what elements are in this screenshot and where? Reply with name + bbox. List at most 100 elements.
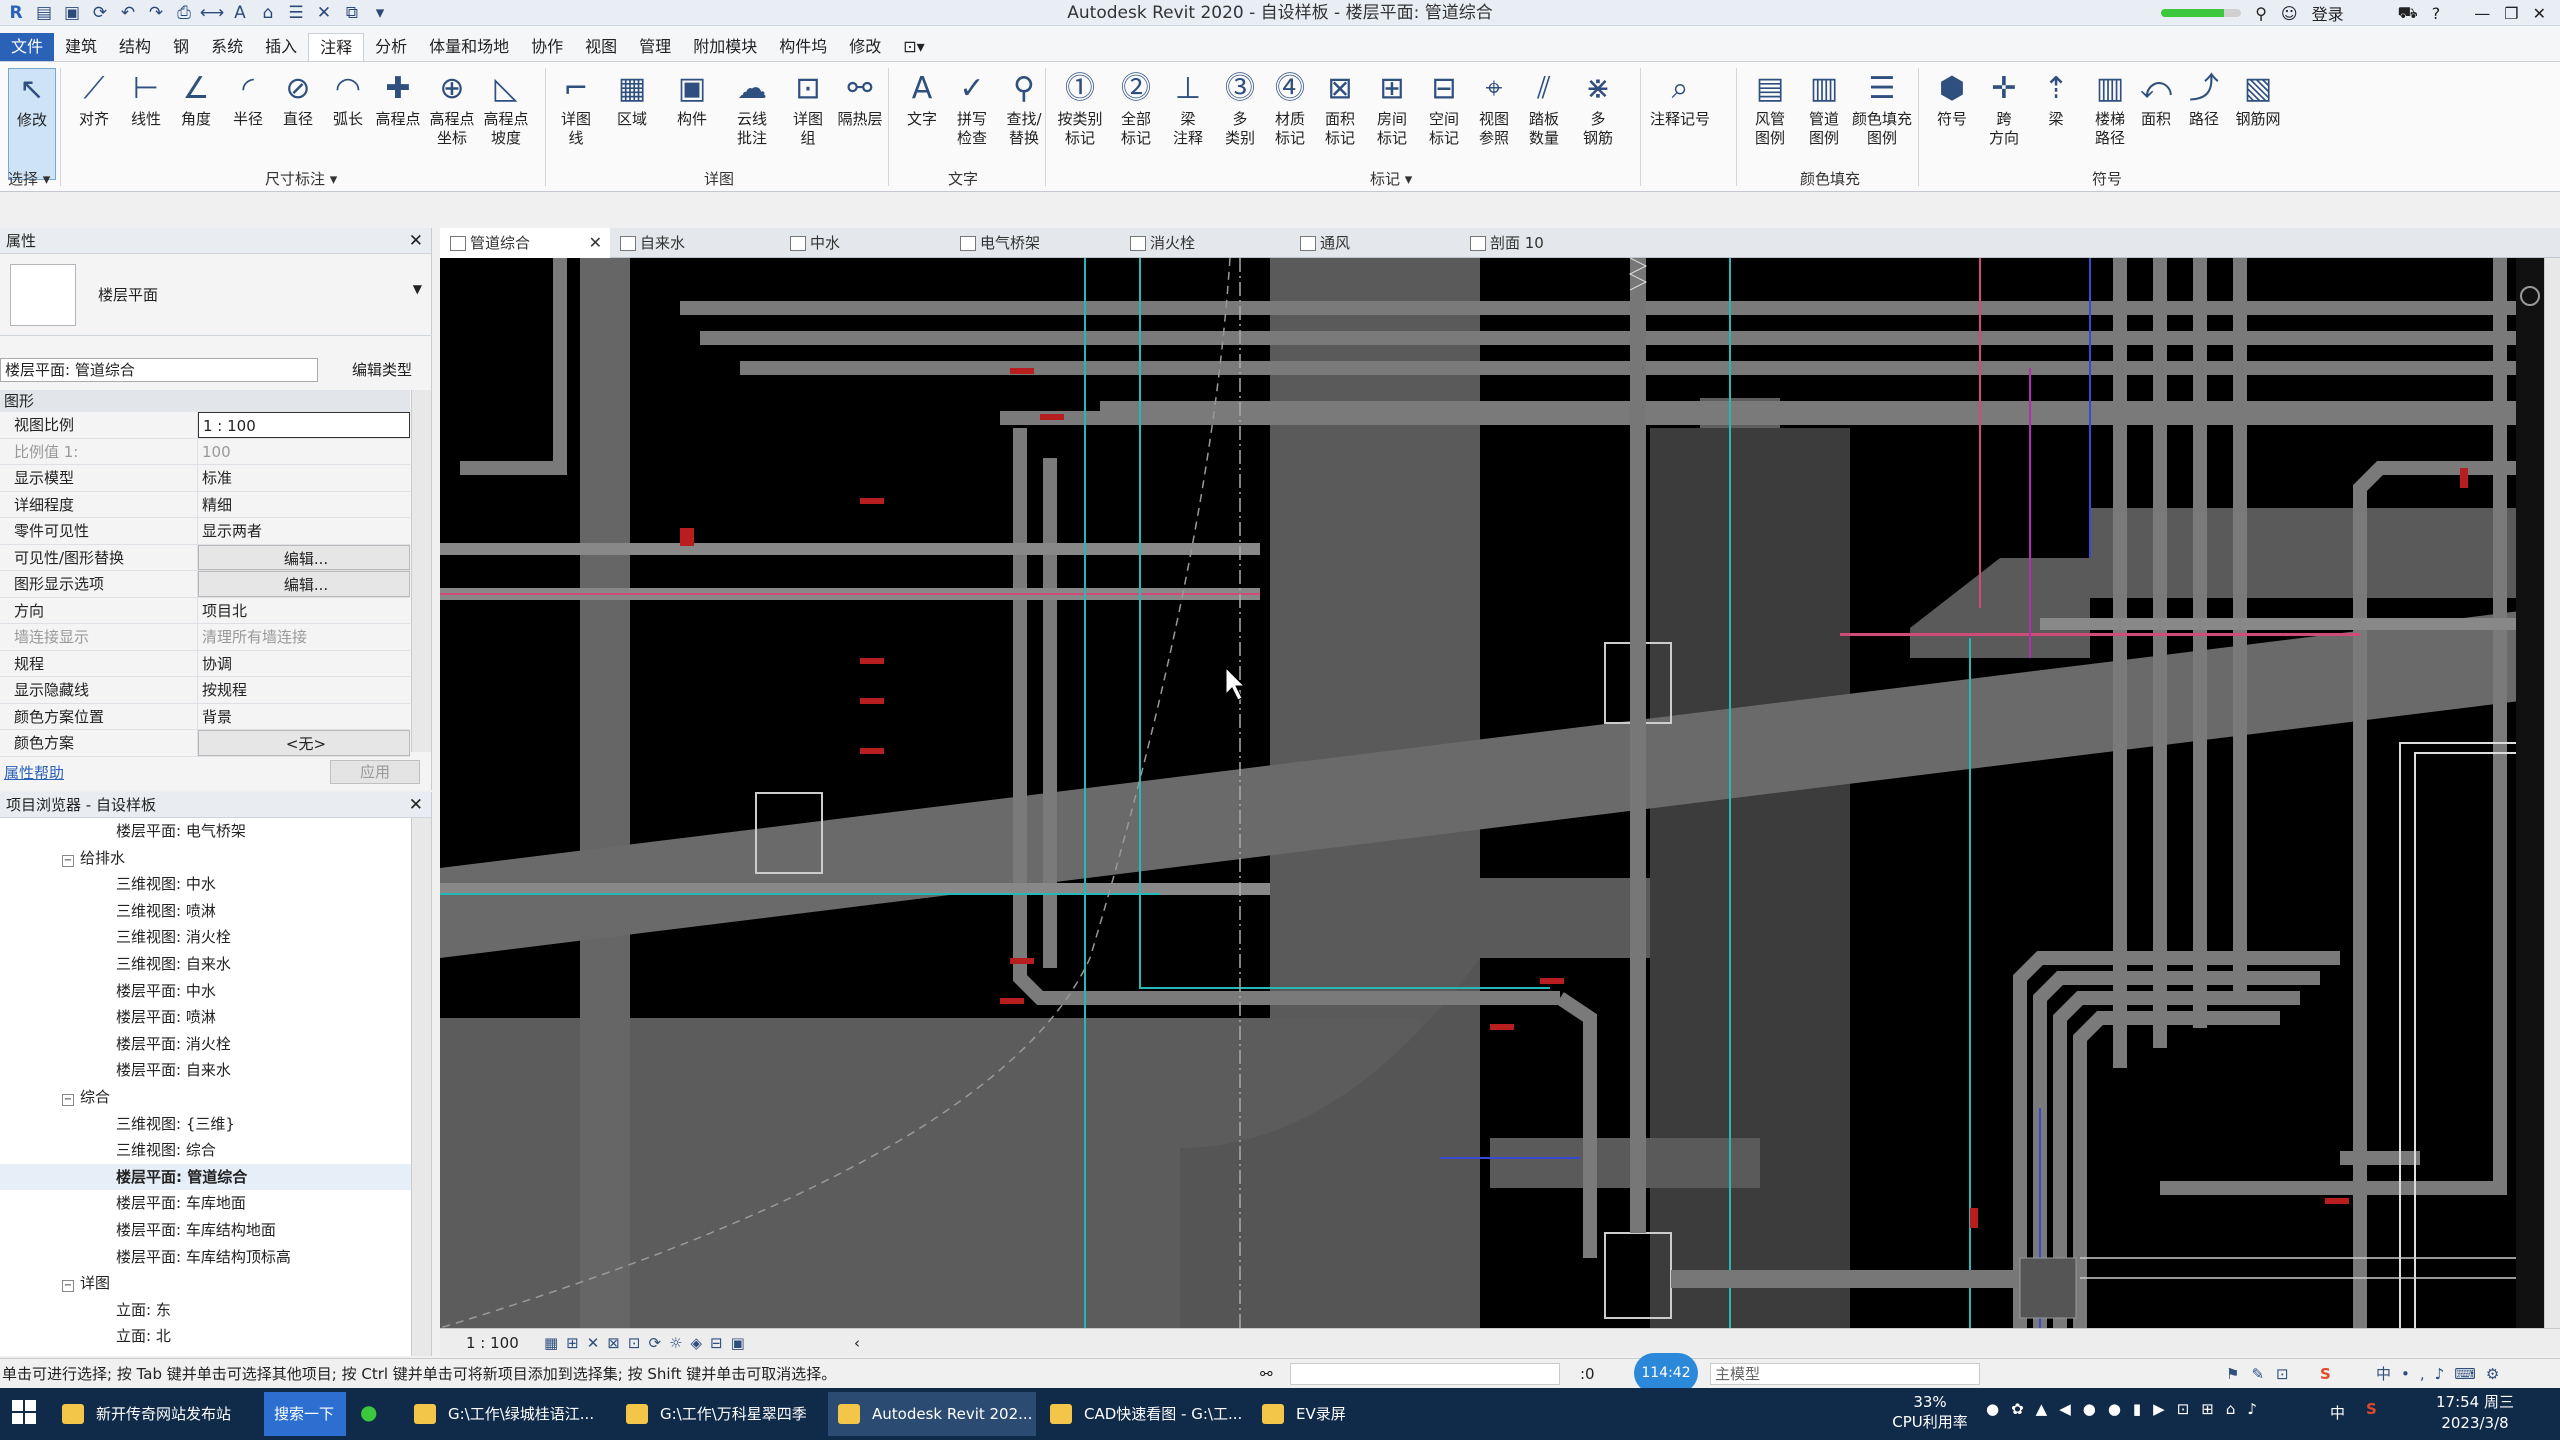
menu-9[interactable]: 协作 [520,33,574,61]
ribbon-tool-20[interactable]: ⓶ 全部 标记 [1112,68,1160,180]
ribbon-tool-27[interactable]: ⌖ 视图 参照 [1470,68,1518,180]
browser-item[interactable]: 楼层平面: 车库地面 [0,1190,412,1217]
view-tab-6[interactable]: 剖面 10 [1460,228,1630,258]
ribbon-group-3[interactable]: 文字 [948,168,978,189]
browser-item[interactable]: − 给排水 [0,845,412,872]
clock[interactable]: 17:54 周三 2023/3/8 [2420,1392,2530,1434]
design-option-dropdown[interactable]: 主模型 [1710,1363,1980,1385]
workset-dropdown[interactable] [1290,1363,1560,1385]
taskbar-item-4[interactable]: Autodesk Revit 202... [828,1392,1036,1436]
ribbon-tool-15[interactable]: ⚯ 隔热层 [836,68,884,180]
ribbon-tool-2[interactable]: ⊢ 线性 [122,68,170,180]
property-value[interactable]: <无> [198,730,410,756]
flex-duct[interactable] [1630,258,1646,1233]
ribbon-tool-21[interactable]: ⊥ 梁 注释 [1164,68,1212,180]
ribbon-group-4[interactable]: 标记 ▾ [1370,168,1412,189]
ribbon-group-6[interactable]: 符号 [2092,168,2122,189]
property-value[interactable]: 标准 [198,465,410,491]
ribbon-tool-19[interactable]: ⓵ 按类别 标记 [1056,68,1104,180]
property-value[interactable]: 背景 [198,704,410,730]
cart-icon[interactable]: ⛟ [2398,3,2418,24]
browser-scrollbar[interactable] [411,818,431,1356]
browser-item[interactable]: 立面: 北 [0,1323,412,1350]
duct-fitting[interactable] [2019,1257,2077,1319]
ime-toolbar-icons[interactable]: 中•,♪⌨⚙ [2376,1359,2509,1389]
edit-type-button[interactable]: 编辑类型 [328,358,428,382]
view-tab-2[interactable]: 中水 [780,228,950,258]
ribbon-tool-12[interactable]: ▣ 构件 [668,68,716,180]
view-control-icons[interactable]: ▦⊞✕⊠⊡⟳☼◈⊟▣ [544,1329,753,1357]
menu-5[interactable]: 插入 [254,33,308,61]
windows-start-icon[interactable] [12,1400,36,1424]
menu-4[interactable]: 系统 [200,33,254,61]
apply-button[interactable]: 应用 [330,760,420,784]
ribbon-tool-3[interactable]: ∠ 角度 [172,68,220,180]
browser-item[interactable]: 三维视图: 自来水 [0,951,412,978]
menu-1[interactable]: 建筑 [54,33,108,61]
ribbon-tool-25[interactable]: ⊞ 房间 标记 [1368,68,1416,180]
ribbon-tool-17[interactable]: ✓ 拼写 检查 [948,68,996,180]
menu-2[interactable]: 结构 [108,33,162,61]
pipe-run[interactable] [2040,618,2544,630]
browser-item[interactable]: − 详图 [0,1270,412,1297]
ribbon-tool-40[interactable]: ▧ 钢筋网 [2234,68,2282,180]
menu-13[interactable]: 构件坞 [768,33,838,61]
ribbon-tool-8[interactable]: ⊕ 高程点 坐标 [428,68,476,180]
browser-icon[interactable]: ● [360,1400,377,1424]
login-link[interactable]: 登录 [2312,1,2344,25]
browser-item[interactable]: 楼层平面: 自来水 [0,1057,412,1084]
panel-toggle-icon[interactable]: ⊡▾ [892,33,935,61]
ribbon-tool-14[interactable]: ⊡ 详图 组 [784,68,832,180]
sogou-icon[interactable]: S [2320,1359,2331,1389]
menu-14[interactable]: 修改 [838,33,892,61]
ribbon-tool-28[interactable]: ⫽ 踏板 数量 [1520,68,1568,180]
browser-item[interactable]: 楼层平面: 车库结构地面 [0,1217,412,1244]
property-value[interactable]: 协调 [198,651,410,677]
duct-transition[interactable] [1910,558,2090,658]
property-value[interactable]: 按规程 [198,677,410,703]
properties-scrollbar[interactable] [411,390,431,752]
status-tray-icons[interactable]: ⚑✎⊡ [2226,1359,2301,1389]
ribbon-group-5[interactable]: 颜色填充 [1800,168,1860,189]
ribbon-tool-16[interactable]: A 文字 [898,68,946,180]
ribbon-tool-24[interactable]: ⊠ 面积 标记 [1316,68,1364,180]
menu-0[interactable]: 文件 [0,33,55,61]
ribbon-tool-35[interactable]: ✛ 跨 方向 [1980,68,2028,180]
ribbon-tool-33[interactable]: ☰ 颜色填充 图例 [1852,68,1912,180]
property-value[interactable]: 精细 [198,492,410,518]
view-tab-4[interactable]: 消火栓 [1120,228,1290,258]
browser-item[interactable]: 三维视图: 中水 [0,871,412,898]
browser-item[interactable]: 三维视图: 综合 [0,1137,412,1164]
view-tab-1[interactable]: 自来水 [610,228,780,258]
menu-3[interactable]: 钢 [162,33,200,61]
flex-duct[interactable] [1671,1270,2041,1288]
ribbon-tool-7[interactable]: ✚ 高程点 [374,68,422,180]
menu-8[interactable]: 体量和场地 [418,33,520,61]
sogou-tray-icon[interactable]: S [2366,1400,2377,1418]
ribbon-group-0[interactable]: 选择 ▾ [8,168,50,189]
ribbon-tool-5[interactable]: ⊘ 直径 [274,68,322,180]
close-icon[interactable]: ✕ [409,792,423,818]
property-value[interactable]: 项目北 [198,598,410,624]
taskbar-item-2[interactable]: G:\工作\绿城桂语江... [404,1392,612,1436]
browser-item[interactable]: 立面: 东 [0,1297,412,1324]
close-icon[interactable]: ✕ [409,228,423,254]
taskbar-item-3[interactable]: G:\工作\万科星翠四季 [616,1392,824,1436]
taskbar-item-0[interactable]: 新开传奇网站发布站 [52,1392,262,1436]
view-tab-5[interactable]: 通风 [1290,228,1460,258]
browser-item[interactable]: 三维视图: 消火栓 [0,924,412,951]
ribbon-tool-18[interactable]: ⚲ 查找/ 替换 [1000,68,1048,180]
ribbon-tool-37[interactable]: ▥ 楼梯 路径 [2086,68,2134,180]
ribbon-tool-32[interactable]: ▥ 管道 图例 [1800,68,1848,180]
ribbon-tool-39[interactable]: ⤴ 路径 [2180,68,2228,180]
scroll-left-icon[interactable]: ‹ [854,1329,860,1357]
ribbon-tool-34[interactable]: ⬢ 符号 [1928,68,1976,180]
ribbon-tool-4[interactable]: ◜ 半径 [224,68,272,180]
taskbar-item-1[interactable]: 搜索一下 [264,1392,346,1436]
browser-item[interactable]: 三维视图: {三维} [0,1111,412,1138]
graphics-section[interactable]: 图形 [0,390,410,412]
worksets-icon[interactable]: ⚯ [1260,1359,1273,1389]
menu-11[interactable]: 管理 [628,33,682,61]
taskbar-item-5[interactable]: CAD快速看图 - G:\工... [1040,1392,1248,1436]
property-value[interactable]: 1 : 100 [198,412,410,438]
